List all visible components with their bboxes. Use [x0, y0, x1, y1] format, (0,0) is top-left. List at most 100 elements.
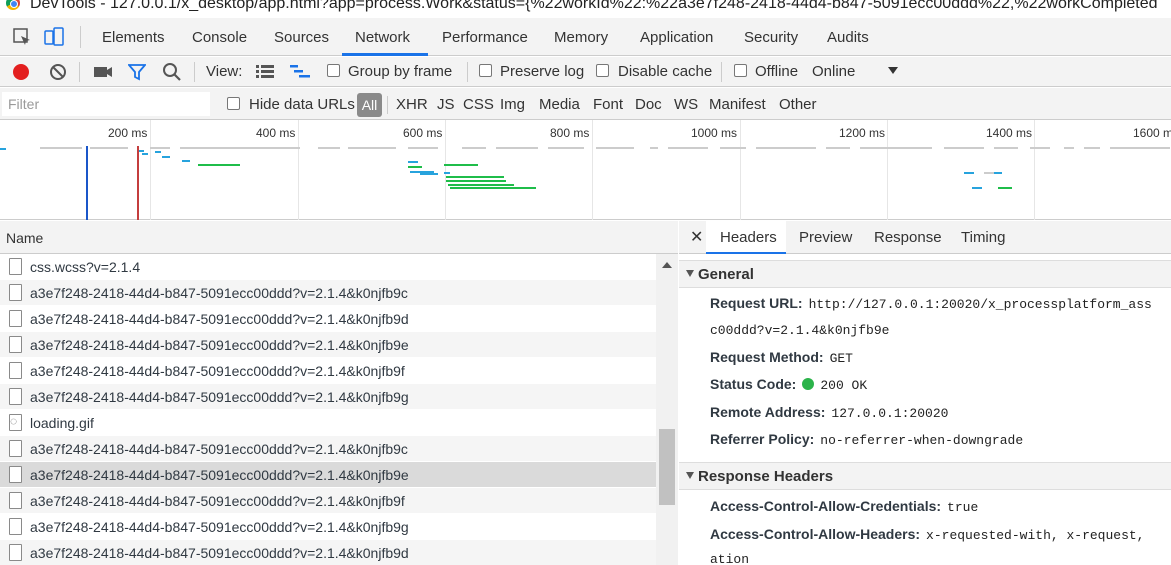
grid-line — [445, 120, 446, 220]
request-row[interactable]: a3e7f248-2418-44d4-b847-5091ecc00ddd?v=2… — [0, 540, 656, 565]
tab-memory[interactable]: Memory — [554, 29, 608, 46]
general-section-header[interactable]: General — [679, 260, 1171, 288]
filter-input[interactable] — [2, 92, 210, 116]
filter-css[interactable]: CSS — [463, 96, 494, 113]
record-icon[interactable] — [11, 62, 31, 82]
request-row[interactable]: css.wcss?v=2.1.4 — [0, 254, 656, 280]
waterfall-bar — [180, 147, 300, 149]
request-name: a3e7f248-2418-44d4-b847-5091ecc00ddd?v=2… — [30, 285, 408, 301]
request-name: a3e7f248-2418-44d4-b847-5091ecc00ddd?v=2… — [30, 389, 409, 405]
disable-cache-checkbox[interactable] — [596, 64, 609, 77]
waterfall-bar — [446, 176, 504, 178]
filter-all-button[interactable]: All — [357, 93, 382, 117]
waterfall-bar — [142, 153, 148, 155]
header-key: Remote Address: — [710, 404, 826, 420]
request-row[interactable]: loading.gif — [0, 410, 656, 436]
dom-content-loaded-marker — [86, 146, 88, 220]
request-row[interactable]: a3e7f248-2418-44d4-b847-5091ecc00ddd?v=2… — [0, 358, 656, 384]
chevron-down-icon[interactable] — [888, 67, 898, 75]
filter-manifest[interactable]: Manifest — [709, 96, 766, 113]
remote-address-row: Remote Address: 127.0.0.1:20020 — [710, 404, 948, 421]
request-row[interactable]: a3e7f248-2418-44d4-b847-5091ecc00ddd?v=2… — [0, 332, 656, 358]
request-name: a3e7f248-2418-44d4-b847-5091ecc00ddd?v=2… — [30, 519, 409, 535]
tab-application[interactable]: Application — [640, 29, 713, 46]
tab-response[interactable]: Response — [874, 229, 942, 246]
acac-row: Access-Control-Allow-Credentials: true — [710, 498, 978, 515]
scroll-up-arrow-icon[interactable] — [662, 262, 672, 268]
tab-performance[interactable]: Performance — [442, 29, 528, 46]
name-column-header[interactable]: Name — [0, 221, 678, 254]
active-detail-tab-indicator — [706, 252, 786, 254]
grid-line — [592, 120, 593, 220]
filter-other[interactable]: Other — [779, 96, 817, 113]
waterfall-bar — [450, 187, 536, 189]
request-row[interactable]: a3e7f248-2418-44d4-b847-5091ecc00ddd?v=2… — [0, 436, 656, 462]
request-row[interactable]: a3e7f248-2418-44d4-b847-5091ecc00ddd?v=2… — [0, 280, 656, 306]
waterfall-bar — [548, 147, 584, 149]
request-row[interactable]: a3e7f248-2418-44d4-b847-5091ecc00ddd?v=2… — [0, 488, 656, 514]
acah-row: Access-Control-Allow-Headers: x-requested… — [710, 526, 1144, 543]
tab-network[interactable]: Network — [355, 29, 410, 46]
filter-font[interactable]: Font — [593, 96, 623, 113]
waterfall-bar — [150, 147, 170, 149]
file-icon — [9, 544, 22, 561]
header-value: http://127.0.0.1:20020/x_processplatform… — [808, 297, 1152, 312]
filter-icon[interactable] — [128, 63, 146, 81]
large-rows-icon[interactable] — [256, 65, 274, 79]
requests-scrollbar[interactable] — [656, 254, 678, 565]
filter-ws[interactable]: WS — [674, 96, 698, 113]
header-value: no-referrer-when-downgrade — [820, 433, 1024, 448]
request-row[interactable]: a3e7f248-2418-44d4-b847-5091ecc00ddd?v=2… — [0, 384, 656, 410]
request-row[interactable]: a3e7f248-2418-44d4-b847-5091ecc00ddd?v=2… — [0, 514, 656, 540]
window-titlebar: DevTools - 127.0.0.1/x_desktop/app.html?… — [0, 0, 1171, 18]
triangle-down-icon — [686, 270, 694, 277]
group-by-frame-checkbox[interactable] — [327, 64, 340, 77]
filter-js[interactable]: JS — [437, 96, 455, 113]
preserve-log-checkbox[interactable] — [479, 64, 492, 77]
waterfall-bar — [448, 184, 514, 186]
waterfall-bar — [90, 147, 128, 149]
response-headers-section-header[interactable]: Response Headers — [679, 462, 1171, 490]
waterfall-bar — [198, 164, 240, 166]
scrollbar-thumb[interactable] — [659, 429, 675, 505]
device-toolbar-icon[interactable] — [44, 27, 64, 47]
waterfall-bar — [444, 172, 450, 174]
waterfall-bar — [446, 180, 506, 182]
tab-headers[interactable]: Headers — [720, 229, 777, 246]
tab-security[interactable]: Security — [744, 29, 798, 46]
tab-audits[interactable]: Audits — [827, 29, 869, 46]
inspect-element-icon[interactable] — [12, 27, 32, 47]
waterfall-bar — [1064, 147, 1074, 149]
grid-line — [887, 120, 888, 220]
clear-icon[interactable] — [48, 62, 68, 82]
filter-media[interactable]: Media — [539, 96, 580, 113]
tab-sources[interactable]: Sources — [274, 29, 329, 46]
filter-xhr[interactable]: XHR — [396, 96, 428, 113]
request-row-selected[interactable]: a3e7f248-2418-44d4-b847-5091ecc00ddd?v=2… — [0, 462, 656, 488]
search-icon[interactable] — [162, 62, 182, 82]
network-overview-timeline[interactable]: 200 ms 400 ms 600 ms 800 ms 1000 ms 1200… — [0, 120, 1171, 220]
waterfall-bar — [972, 187, 982, 189]
hide-data-urls-checkbox[interactable] — [227, 97, 240, 110]
waterfall-bar — [826, 147, 850, 149]
header-key: Request Method: — [710, 349, 824, 365]
capture-screenshots-icon[interactable] — [93, 63, 113, 81]
filter-doc[interactable]: Doc — [635, 96, 662, 113]
waterfall-bar — [444, 164, 478, 166]
tick-label: 1600 ms — [1133, 126, 1171, 140]
header-value: GET — [829, 351, 853, 366]
waterfall-bar — [994, 147, 1018, 149]
waterfall-bar — [994, 172, 1002, 174]
close-icon[interactable]: ✕ — [690, 227, 703, 247]
filter-img[interactable]: Img — [500, 96, 525, 113]
tab-elements[interactable]: Elements — [102, 29, 165, 46]
offline-checkbox[interactable] — [734, 64, 747, 77]
waterfall-overview-icon[interactable] — [290, 65, 310, 79]
request-name: a3e7f248-2418-44d4-b847-5091ecc00ddd?v=2… — [30, 337, 409, 353]
active-tab-indicator — [342, 53, 428, 56]
tab-preview[interactable]: Preview — [799, 229, 852, 246]
tab-console[interactable]: Console — [192, 29, 247, 46]
request-row[interactable]: a3e7f248-2418-44d4-b847-5091ecc00ddd?v=2… — [0, 306, 656, 332]
tab-timing[interactable]: Timing — [961, 229, 1005, 246]
throttling-select[interactable]: Online — [812, 63, 855, 80]
